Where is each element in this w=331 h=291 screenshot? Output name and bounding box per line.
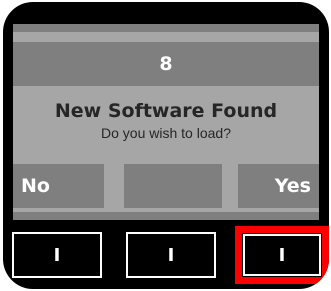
- softkey-middle[interactable]: [124, 164, 222, 208]
- bottom-divider-strip: [13, 212, 319, 220]
- screen-title: 8: [159, 53, 173, 75]
- hardware-button-left-label: I: [53, 244, 61, 266]
- hardware-button-right-label: I: [278, 244, 286, 266]
- softkey-no[interactable]: No: [13, 164, 104, 208]
- message-area: New Software Found Do you wish to load?: [13, 86, 319, 156]
- softkey-bar: No Yes: [13, 164, 319, 208]
- message-question: Do you wish to load?: [101, 125, 231, 141]
- hardware-button-middle[interactable]: I: [126, 232, 216, 278]
- title-bar: 8: [13, 42, 319, 86]
- hardware-button-middle-label: I: [167, 244, 175, 266]
- softkey-yes[interactable]: Yes: [238, 164, 319, 208]
- hardware-button-left[interactable]: I: [12, 232, 102, 278]
- message-headline: New Software Found: [54, 100, 278, 122]
- top-divider-strip: [13, 24, 319, 32]
- display-screen: 8 New Software Found Do you wish to load…: [13, 24, 319, 220]
- hardware-button-right-face: I: [243, 234, 321, 276]
- softkey-yes-label: Yes: [274, 175, 311, 197]
- device-body: 8 New Software Found Do you wish to load…: [3, 2, 329, 289]
- hardware-button-row: I I I: [3, 224, 329, 284]
- hardware-button-right-highlighted[interactable]: I: [235, 226, 329, 284]
- softkey-no-label: No: [21, 175, 50, 197]
